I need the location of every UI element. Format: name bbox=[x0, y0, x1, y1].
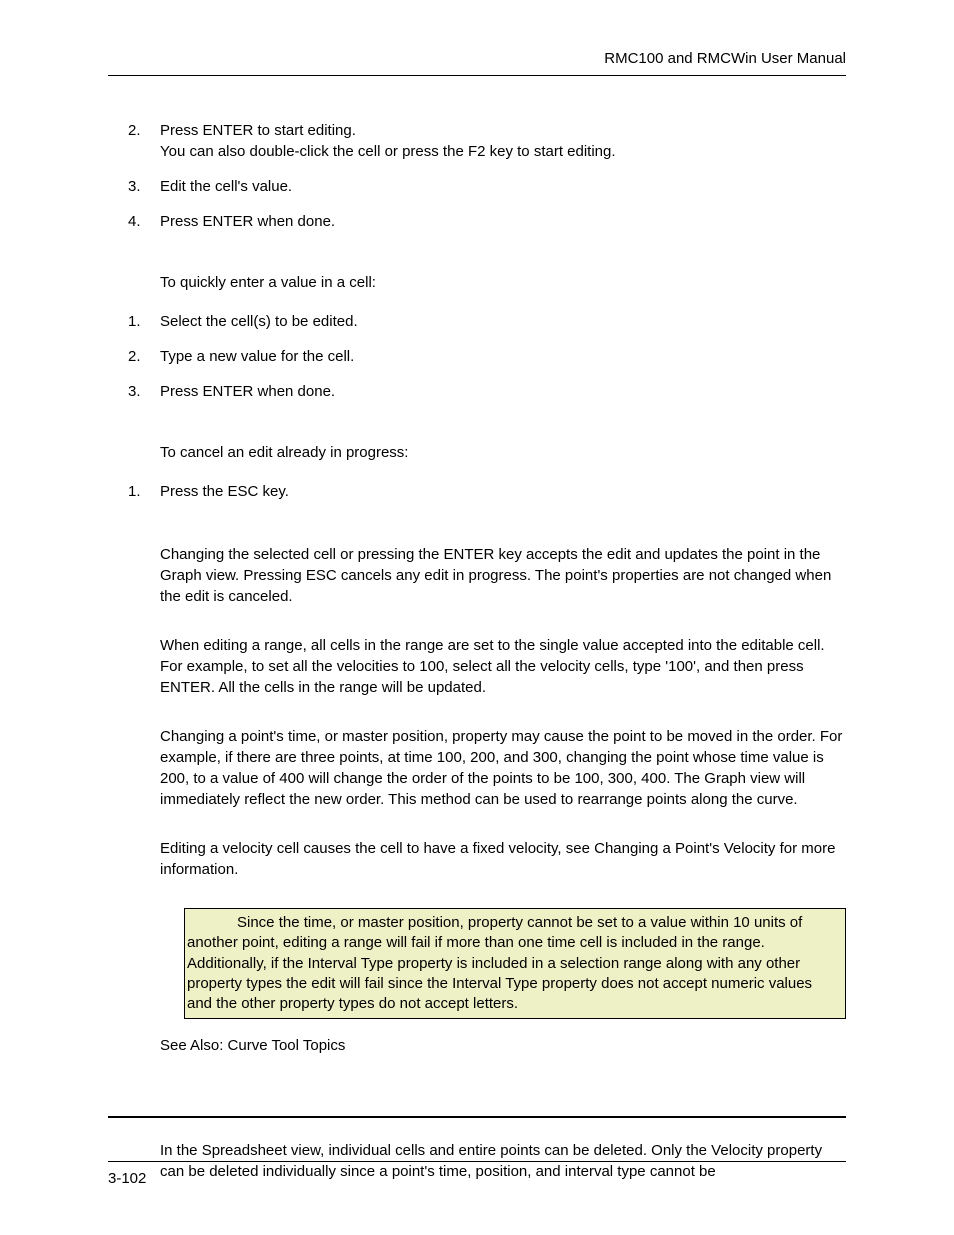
ordered-list-1: 2. Press ENTER to start editing. You can… bbox=[128, 120, 846, 232]
manual-title: RMC100 and RMCWin User Manual bbox=[604, 50, 846, 67]
list-text: Edit the cell's value. bbox=[160, 176, 846, 197]
list-text: Select the cell(s) to be edited. bbox=[160, 311, 846, 332]
section-intro: To quickly enter a value in a cell: bbox=[160, 272, 846, 293]
list-item: 3. Edit the cell's value. bbox=[128, 176, 846, 197]
note-box: Since the time, or master position, prop… bbox=[184, 908, 846, 1019]
list-number: 2. bbox=[128, 346, 160, 367]
section-intro: To cancel an edit already in progress: bbox=[160, 442, 846, 463]
list-item: 2. Type a new value for the cell. bbox=[128, 346, 846, 367]
list-text: Press ENTER when done. bbox=[160, 211, 846, 232]
list-text: Press ENTER when done. bbox=[160, 381, 846, 402]
list-number: 4. bbox=[128, 211, 160, 232]
body-paragraph: When editing a range, all cells in the r… bbox=[160, 635, 846, 698]
list-item: 4. Press ENTER when done. bbox=[128, 211, 846, 232]
page-number: 3-102 bbox=[108, 1170, 146, 1187]
list-text: Press ENTER to start editing. You can al… bbox=[160, 120, 846, 162]
list-item: 3. Press ENTER when done. bbox=[128, 381, 846, 402]
list-number: 2. bbox=[128, 120, 160, 141]
see-also: See Also: Curve Tool Topics bbox=[160, 1035, 846, 1056]
list-item: 1. Press the ESC key. bbox=[128, 481, 846, 502]
body-paragraph: Editing a velocity cell causes the cell … bbox=[160, 838, 846, 880]
list-item: 2. Press ENTER to start editing. You can… bbox=[128, 120, 846, 162]
ordered-list-2: 1. Select the cell(s) to be edited. 2. T… bbox=[128, 311, 846, 402]
ordered-list-3: 1. Press the ESC key. bbox=[128, 481, 846, 502]
document-page: RMC100 and RMCWin User Manual 2. Press E… bbox=[0, 0, 954, 1235]
list-item: 1. Select the cell(s) to be edited. bbox=[128, 311, 846, 332]
body-paragraph: Changing the selected cell or pressing t… bbox=[160, 544, 846, 607]
list-text: Type a new value for the cell. bbox=[160, 346, 846, 367]
list-text: Press the ESC key. bbox=[160, 481, 846, 502]
list-number: 3. bbox=[128, 381, 160, 402]
list-number: 3. bbox=[128, 176, 160, 197]
page-header: RMC100 and RMCWin User Manual bbox=[108, 48, 846, 76]
section-divider bbox=[108, 1116, 846, 1118]
list-number: 1. bbox=[128, 311, 160, 332]
page-footer: 3-102 bbox=[108, 1161, 846, 1189]
body-paragraph: Changing a point's time, or master posit… bbox=[160, 726, 846, 810]
note-text: Since the time, or master position, prop… bbox=[187, 913, 841, 1014]
list-number: 1. bbox=[128, 481, 160, 502]
